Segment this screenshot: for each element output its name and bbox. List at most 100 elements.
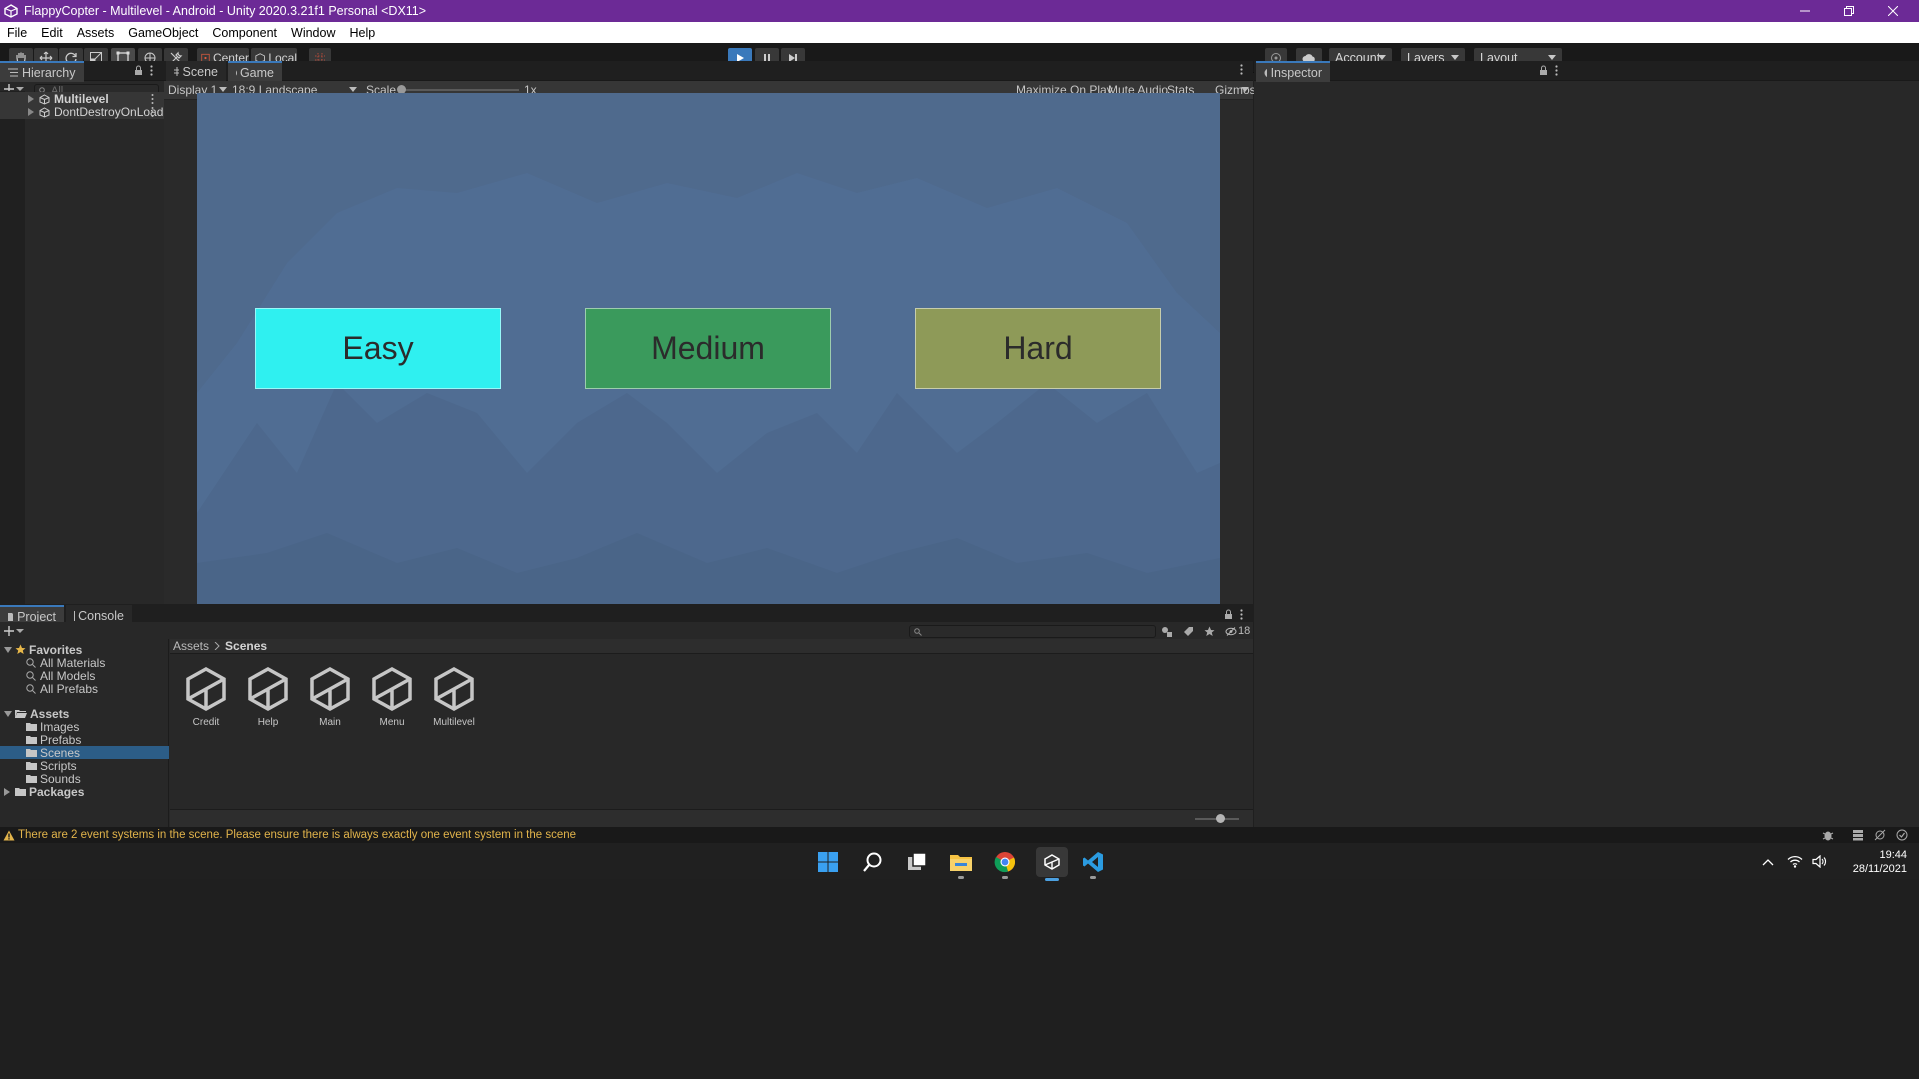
search-icon <box>914 628 922 636</box>
clock[interactable]: 19:44 28/11/2021 <box>1835 848 1907 876</box>
more-options-icon[interactable] <box>151 94 154 104</box>
medium-button[interactable]: Medium <box>585 308 831 389</box>
tab-hierarchy[interactable]: Hierarchy <box>0 61 84 82</box>
vscode-button[interactable] <box>1080 849 1106 879</box>
tab-game[interactable]: Game <box>228 61 282 82</box>
debug-bug-icon[interactable] <box>1822 829 1834 841</box>
breadcrumb: Assets Scenes <box>170 639 1253 654</box>
more-options-icon[interactable] <box>1555 65 1558 76</box>
wifi-icon[interactable] <box>1787 855 1803 868</box>
inspector-tab-label: Inspector <box>1270 65 1322 80</box>
folder-prefabs[interactable]: Prefabs <box>26 732 82 747</box>
tab-console-label: Console <box>78 608 124 623</box>
folder-images[interactable]: Images <box>26 720 79 734</box>
tab-scene[interactable]: Scene <box>166 61 226 82</box>
game-canvas: Easy Medium Hard <box>197 93 1220 604</box>
taskbar-search-button[interactable] <box>860 849 886 875</box>
expand-arrow-icon <box>4 646 12 653</box>
menu-window[interactable]: Window <box>284 26 342 40</box>
lock-icon[interactable] <box>1539 65 1548 76</box>
project-search-input[interactable] <box>909 625 1156 638</box>
chevron-down-icon <box>1378 55 1386 60</box>
hierarchy-tab-label: Hierarchy <box>22 65 76 80</box>
folder-icon <box>26 762 37 770</box>
chevron-down-icon <box>219 87 227 92</box>
chevron-down-icon <box>1451 55 1459 60</box>
auto-generate-lighting-icon[interactable] <box>1874 829 1886 841</box>
project-panel: Project Console 18 Favorites All Materia… <box>0 605 1253 827</box>
favorites-header[interactable]: Favorites <box>4 643 82 657</box>
assets-folder[interactable]: Assets <box>4 707 69 721</box>
menu-assets[interactable]: Assets <box>70 26 122 40</box>
scene-asset-help[interactable]: Help <box>238 665 298 728</box>
menu-help[interactable]: Help <box>342 26 382 40</box>
folder-scripts[interactable]: Scripts <box>26 759 77 773</box>
status-bar[interactable]: There are 2 event systems in the scene. … <box>0 827 1919 843</box>
star-icon[interactable] <box>1204 626 1215 637</box>
scene-asset-multilevel[interactable]: Multilevel <box>424 665 484 728</box>
project-content: Assets Scenes Credit Help Main Menu Mult… <box>170 639 1253 827</box>
gizmos-dropdown[interactable]: Gizmos <box>1215 83 1256 97</box>
volume-icon[interactable] <box>1812 855 1828 868</box>
start-button[interactable] <box>815 849 841 875</box>
chevron-up-icon[interactable] <box>1762 858 1774 866</box>
tab-inspector[interactable]: Inspector <box>1256 61 1330 82</box>
menu-file[interactable]: File <box>0 26 34 40</box>
folder-icon <box>26 723 37 731</box>
hierarchy-item-label: DontDestroyOnLoad <box>54 105 164 119</box>
title-bar: FlappyCopter - Multilevel - Android - Un… <box>0 0 1919 22</box>
minimize-button[interactable] <box>1783 0 1827 22</box>
packages-folder[interactable]: Packages <box>4 785 84 799</box>
breadcrumb-scenes[interactable]: Scenes <box>225 639 267 653</box>
lock-icon[interactable] <box>1224 609 1233 620</box>
project-tree: Favorites All Materials All Models All P… <box>0 639 169 827</box>
expand-arrow-icon <box>28 108 34 116</box>
menu-edit[interactable]: Edit <box>34 26 70 40</box>
breadcrumb-assets[interactable]: Assets <box>173 639 209 653</box>
restore-button[interactable] <box>1827 0 1871 22</box>
folder-scenes[interactable]: Scenes <box>26 746 80 760</box>
close-button[interactable] <box>1871 0 1915 22</box>
task-view-icon <box>908 852 927 870</box>
icon-size-slider-thumb[interactable] <box>1216 814 1225 823</box>
chevron-down-icon <box>1241 87 1249 92</box>
chrome-button[interactable] <box>992 849 1018 879</box>
menu-gameobject[interactable]: GameObject <box>121 26 205 40</box>
scene-asset-credit[interactable]: Credit <box>176 665 236 728</box>
hierarchy-item-label: Multilevel <box>54 92 109 106</box>
favorite-all-models[interactable]: All Models <box>26 669 95 683</box>
info-icon <box>1264 68 1267 77</box>
folder-label: Prefabs <box>40 732 82 747</box>
asset-label: Help <box>257 717 279 728</box>
progress-stack-icon[interactable] <box>1852 829 1864 841</box>
list-icon <box>8 68 18 77</box>
hierarchy-item-multilevel[interactable]: Multilevel <box>0 92 164 106</box>
more-options-icon[interactable] <box>1240 64 1243 75</box>
scene-asset-main[interactable]: Main <box>300 665 360 728</box>
hierarchy-item-dontdestroyonload[interactable]: DontDestroyOnLoad <box>0 105 164 119</box>
folder-icon <box>26 736 37 744</box>
search-by-type-icon[interactable] <box>1161 626 1173 637</box>
check-circle-icon[interactable] <box>1896 829 1908 841</box>
file-explorer-button[interactable] <box>948 849 974 879</box>
favorite-all-prefabs[interactable]: All Prefabs <box>26 682 98 696</box>
label-tag-icon[interactable] <box>1183 626 1194 637</box>
hidden-count: 18 <box>1238 625 1251 637</box>
easy-button[interactable]: Easy <box>255 308 501 389</box>
hard-button[interactable]: Hard <box>915 308 1161 389</box>
unity-taskbar-button[interactable] <box>1036 847 1068 881</box>
tab-scene-label: Scene <box>182 64 218 79</box>
more-options-icon[interactable] <box>1240 609 1243 620</box>
more-options-icon[interactable] <box>151 107 154 117</box>
asset-label: Credit <box>192 717 220 728</box>
folder-sounds[interactable]: Sounds <box>26 772 81 786</box>
hidden-packages-toggle[interactable]: 18 <box>1225 625 1250 637</box>
scene-asset-menu[interactable]: Menu <box>362 665 422 728</box>
menu-component[interactable]: Component <box>205 26 284 40</box>
unity-scene-icon <box>310 666 350 712</box>
task-view-button[interactable] <box>904 849 930 875</box>
lock-icon[interactable] <box>134 65 143 76</box>
create-asset-button[interactable] <box>4 626 24 636</box>
more-options-icon[interactable] <box>150 65 153 76</box>
favorite-all-materials[interactable]: All Materials <box>26 656 105 670</box>
